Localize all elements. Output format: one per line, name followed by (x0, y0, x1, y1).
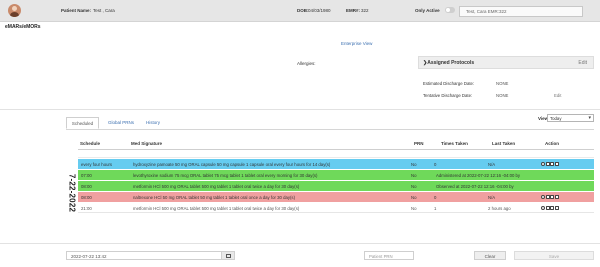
row-last-taken: N/A (488, 161, 496, 167)
module-title: eMARs/eMORs (5, 24, 41, 30)
datetime-input[interactable]: 2022-07-22 13:42 (66, 251, 226, 260)
row-schedule: 07:00 (81, 172, 92, 178)
clear-button[interactable]: Clear (474, 251, 506, 260)
row-status: Observed at 2022-07-22 12:16 -04:00 by (436, 183, 514, 189)
row-med: metformin HCl 500 mg ORAL tablet 500 mg … (133, 183, 300, 189)
col-schedule: Schedule (80, 141, 101, 146)
row-last-taken: N/A (488, 194, 496, 200)
tentative-discharge-label: Tentative Discharge Date: (423, 93, 473, 98)
col-action: Action (545, 141, 559, 146)
view-select[interactable]: Today (547, 114, 594, 122)
tab-history[interactable]: History (142, 117, 164, 129)
row-med: metformin HCl 500 mg ORAL tablet 500 mg … (133, 205, 300, 211)
row-prn: No (411, 194, 417, 200)
table-spacer-row (78, 152, 594, 158)
col-last-taken: Last Taken (492, 141, 516, 146)
protocols-edit-link[interactable]: Edit (578, 60, 587, 66)
row-last-taken: 2 hours ago (488, 205, 511, 211)
save-button[interactable]: Save (514, 251, 594, 260)
tabs-underline (66, 129, 594, 130)
row-med: levothyroxine sodium 75 mcg ORAL tablet … (133, 172, 318, 178)
note-icon[interactable] (554, 205, 559, 210)
only-active-label: Only Active (415, 8, 440, 13)
row-schedule: every four hours (81, 161, 113, 167)
col-med-signature: Med Signature (131, 141, 163, 146)
patient-avatar[interactable] (8, 4, 21, 17)
row-times-taken: 0 (434, 161, 437, 167)
emr-value: 322 (361, 8, 369, 13)
col-times-taken: Times Taken (441, 141, 468, 146)
tab-global-prns[interactable]: Global PRNs (104, 117, 138, 129)
emr-label: EMR#: (346, 8, 361, 13)
table-row[interactable]: 08:00 metformin HCl 500 mg ORAL tablet 5… (78, 181, 594, 191)
administer-icon[interactable] (541, 194, 545, 199)
row-prn: No (411, 183, 417, 189)
patient-name-label: Patient Name: (61, 8, 92, 13)
section-divider (0, 109, 600, 110)
row-med: naltrexone HCl 50 mg ORAL tablet 50 mg t… (133, 194, 296, 200)
top-bar: Patient Name: Test , Cara DOB: 04/03/198… (0, 0, 600, 22)
footer-divider (0, 243, 600, 244)
estimated-discharge-label: Estimated Discharge Date: (423, 81, 475, 86)
note-icon[interactable] (554, 194, 559, 199)
refuse-icon[interactable] (550, 205, 555, 210)
row-prn: No (411, 205, 417, 211)
patient-name: Test , Cara (93, 8, 115, 13)
administer-icon[interactable] (541, 161, 545, 166)
tentative-discharge-value: NONE (496, 93, 509, 98)
discharge-edit-link[interactable]: Edit (554, 93, 561, 98)
row-prn: No (411, 161, 417, 167)
row-status: Administered at 2022-07-22 12:16 -04:00 … (436, 172, 521, 178)
row-schedule: 21:00 (81, 205, 92, 211)
refuse-icon[interactable] (550, 194, 555, 199)
row-schedule: 08:00 (81, 194, 92, 200)
row-prn: No (411, 172, 417, 178)
row-med: hydroxyzine pamoate 50 mg ORAL capsule 5… (133, 161, 331, 167)
hold-icon[interactable] (545, 161, 550, 166)
row-actions (541, 161, 559, 167)
patient-select[interactable]: Test, Cara EMR:322 (459, 6, 583, 17)
tab-scheduled[interactable]: Scheduled (66, 117, 99, 129)
calendar-button[interactable] (221, 251, 235, 260)
dob-value: 04/03/1980 (308, 8, 331, 13)
allergies-label: Allergies: (297, 61, 316, 66)
table-row[interactable]: 21:00 metformin HCl 500 mg ORAL tablet 5… (78, 203, 594, 213)
row-times-taken: 1 (434, 205, 437, 211)
assigned-protocols-title: ❯Assigned Protocols (423, 60, 475, 66)
only-active-toggle[interactable] (445, 7, 455, 13)
table-row[interactable]: every four hours hydroxyzine pamoate 50 … (78, 159, 594, 169)
hold-icon[interactable] (545, 205, 550, 210)
refuse-icon[interactable] (550, 161, 555, 166)
patient-prn-input[interactable]: Patient PRN (364, 251, 414, 260)
enterprise-view-link[interactable]: Enterprise View (341, 41, 372, 46)
assigned-protocols-panel[interactable]: ❯Assigned Protocols Edit (418, 56, 594, 69)
note-icon[interactable] (554, 161, 559, 166)
estimated-discharge-value: NONE (496, 81, 509, 86)
dob-label: DOB: (297, 8, 309, 13)
row-actions (541, 194, 559, 200)
calendar-icon (226, 254, 231, 258)
row-times-taken: 0 (434, 194, 437, 200)
hold-icon[interactable] (545, 194, 550, 199)
row-schedule: 08:00 (81, 183, 92, 189)
table-row[interactable]: 08:00 naltrexone HCl 50 mg ORAL tablet 5… (78, 192, 594, 202)
table-row[interactable]: 07:00 levothyroxine sodium 75 mcg ORAL t… (78, 170, 594, 180)
table-header-divider (78, 149, 594, 150)
row-actions (541, 205, 559, 211)
administer-icon[interactable] (541, 205, 545, 210)
col-prn: PRN (414, 141, 424, 146)
